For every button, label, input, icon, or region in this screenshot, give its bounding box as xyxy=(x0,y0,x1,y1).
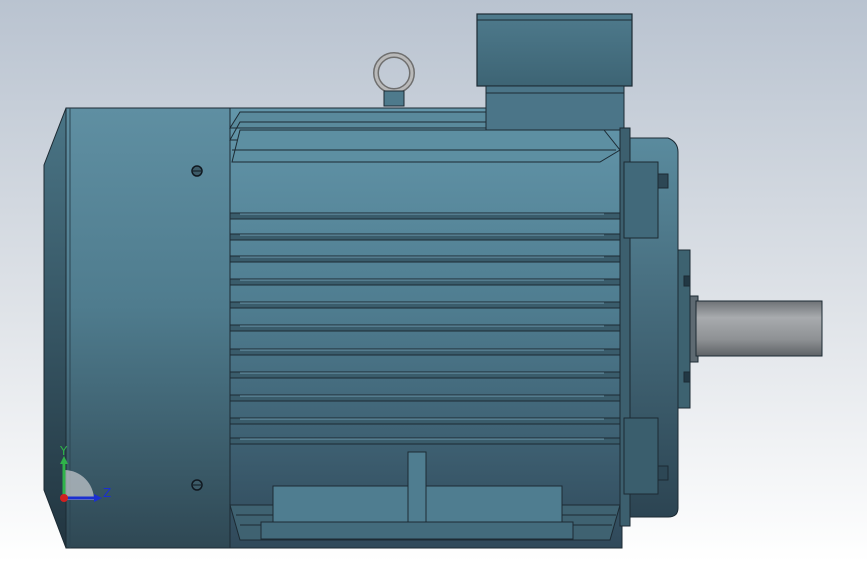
y-axis-label: Y xyxy=(59,444,68,458)
lifting-eyebolt xyxy=(373,52,415,107)
motor-model-view[interactable]: Y Z xyxy=(0,0,867,562)
drive-end-flange xyxy=(619,127,691,527)
output-shaft xyxy=(689,295,823,363)
fan-cover-screw-top xyxy=(191,165,203,177)
x-axis-marker xyxy=(60,494,68,502)
terminal-box xyxy=(476,13,633,131)
cad-viewport[interactable]: Y Z xyxy=(0,0,867,562)
z-axis-label: Z xyxy=(103,486,111,500)
fan-cover-screw-bottom xyxy=(191,479,203,491)
